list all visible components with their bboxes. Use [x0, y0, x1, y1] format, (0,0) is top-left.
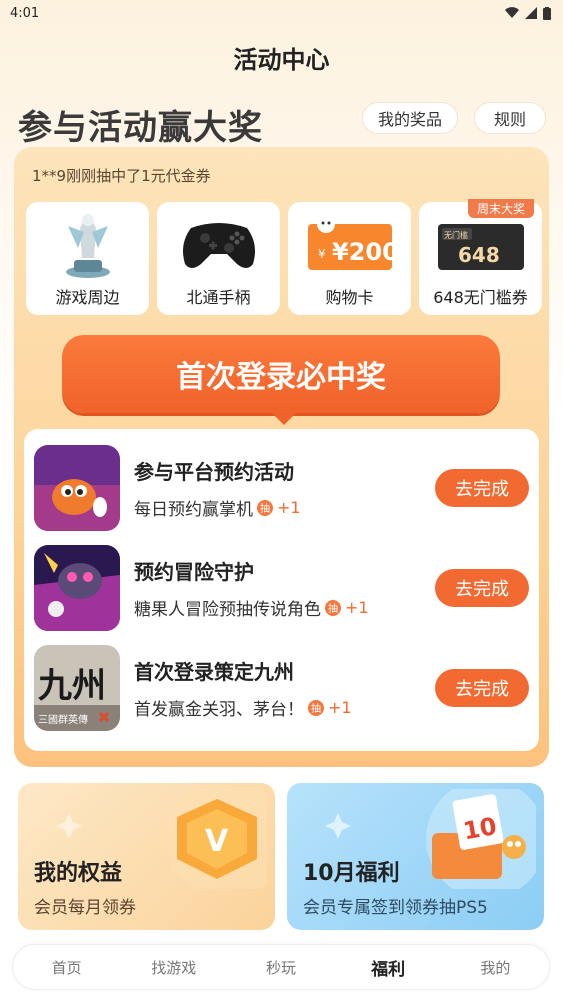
task-desc: 首发赢金关羽、茅台！ — [134, 700, 304, 720]
task-title: 参与平台预约活动 — [134, 460, 294, 484]
diamond-v-icon: V — [167, 789, 267, 889]
game-thumbnail[interactable] — [34, 445, 120, 531]
cta-pointer — [272, 413, 296, 425]
coupon-value: 648 — [458, 243, 500, 267]
tab-welfare[interactable]: 福利 — [348, 955, 428, 980]
prize-label: 648无门槛券 — [433, 288, 528, 307]
page-title: 活动中心 — [233, 46, 330, 74]
prize-label: 购物卡 — [325, 288, 374, 307]
task-desc: 每日预约赢掌机 — [134, 500, 253, 520]
calendar-number: 10 — [461, 812, 499, 845]
game-logo-text: 九州 — [38, 666, 106, 706]
game-thumbnail[interactable] — [34, 545, 120, 631]
card-subtitle: 会员专属签到领券抽PS5 — [303, 898, 488, 918]
status-icons — [505, 6, 551, 20]
task-title: 预约冒险守护 — [134, 560, 254, 584]
list-item: 九州 三國群英傳 首次登录策定九州 首发赢金关羽、茅台！ 抽 +1 去完成 — [34, 643, 529, 733]
tab-find-games[interactable]: 找游戏 — [134, 957, 214, 978]
winner-ticker: 1**9刚刚抽中了1元代金券 — [32, 167, 211, 185]
complete-task-button[interactable]: 去完成 — [435, 469, 529, 507]
october-welfare-card[interactable]: 10 10月福利 会员专属签到领券抽PS5 — [287, 783, 544, 930]
prize-item[interactable]: ¥ ¥200 购物卡 — [288, 202, 411, 315]
signal-icon — [525, 7, 537, 19]
card-title: 10月福利 — [303, 861, 400, 886]
task-list: 参与平台预约活动 每日预约赢掌机 抽 +1 去完成 预约冒险守护 糖果人冒险预抽… — [24, 429, 539, 751]
tab-mine[interactable]: 我的 — [455, 957, 535, 978]
first-login-cta-button[interactable]: 首次登录必中奖 — [62, 335, 500, 413]
game-logo-subtext: 三國群英傳 — [38, 713, 88, 726]
rules-button[interactable]: 规则 — [474, 102, 546, 134]
battery-icon — [543, 6, 551, 20]
status-bar: 4:01 — [0, 0, 563, 26]
sparkle-icon — [325, 813, 351, 839]
draw-chance-icon: 抽 — [257, 499, 273, 516]
complete-task-button[interactable]: 去完成 — [435, 669, 529, 707]
draw-count: +1 — [345, 598, 369, 617]
draw-count: +1 — [328, 698, 352, 717]
game-thumbnail[interactable]: 九州 三國群英傳 — [34, 645, 120, 731]
prize-panel: 1**9刚刚抽中了1元代金券 游戏周边 北通手柄 ¥ ¥200 购物卡 周末大奖… — [14, 147, 549, 767]
my-rights-card[interactable]: V 我的权益 会员每月领券 — [18, 783, 275, 930]
calendar-gift-icon: 10 — [426, 789, 536, 889]
list-item: 参与平台预约活动 每日预约赢掌机 抽 +1 去完成 — [34, 443, 529, 533]
vip-letter: V — [205, 824, 229, 859]
draw-chance-icon: 抽 — [308, 699, 324, 716]
prize-label: 游戏周边 — [55, 288, 120, 307]
svg-text:¥: ¥ — [318, 247, 326, 261]
bottom-tab-bar: 首页 找游戏 秒玩 福利 我的 — [12, 944, 550, 990]
figurine-icon — [38, 208, 138, 280]
coupon-icon: 无门槛 648 — [431, 208, 531, 280]
hero-title: 参与活动赢大奖 — [18, 108, 263, 148]
complete-task-button[interactable]: 去完成 — [435, 569, 529, 607]
weekend-tag: 周末大奖 — [467, 199, 534, 218]
tab-home[interactable]: 首页 — [27, 957, 107, 978]
prize-item[interactable]: 周末大奖 无门槛 648 648无门槛券 — [419, 199, 542, 315]
prize-item[interactable]: 北通手柄 — [157, 202, 280, 315]
card-value: ¥200 — [332, 238, 396, 266]
prize-item[interactable]: 游戏周边 — [26, 202, 149, 315]
draw-count: +1 — [277, 498, 301, 517]
coupon-badge: 无门槛 — [444, 230, 468, 240]
task-desc: 糖果人冒险预抽传说角色 — [134, 600, 321, 620]
task-title: 首次登录策定九州 — [134, 660, 294, 684]
list-item: 预约冒险守护 糖果人冒险预抽传说角色 抽 +1 去完成 — [34, 543, 529, 633]
sparkle-icon — [56, 813, 82, 839]
benefit-cards: V 我的权益 会员每月领券 10 10月福利 会员专属签到领券抽PS5 — [18, 783, 544, 930]
prize-label: 北通手柄 — [186, 288, 251, 307]
gamepad-icon — [169, 208, 269, 280]
draw-chance-icon: 抽 — [325, 599, 341, 616]
shopping-card-icon: ¥ ¥200 — [300, 208, 400, 280]
tab-instant-play[interactable]: 秒玩 — [241, 957, 321, 978]
status-time: 4:01 — [10, 5, 40, 21]
my-prizes-button[interactable]: 我的奖品 — [362, 102, 458, 134]
card-title: 我的权益 — [34, 861, 123, 886]
wifi-icon — [505, 7, 519, 19]
prize-list: 游戏周边 北通手柄 ¥ ¥200 购物卡 周末大奖 无门槛 648 648无门槛… — [26, 199, 542, 315]
card-subtitle: 会员每月领券 — [34, 898, 136, 918]
